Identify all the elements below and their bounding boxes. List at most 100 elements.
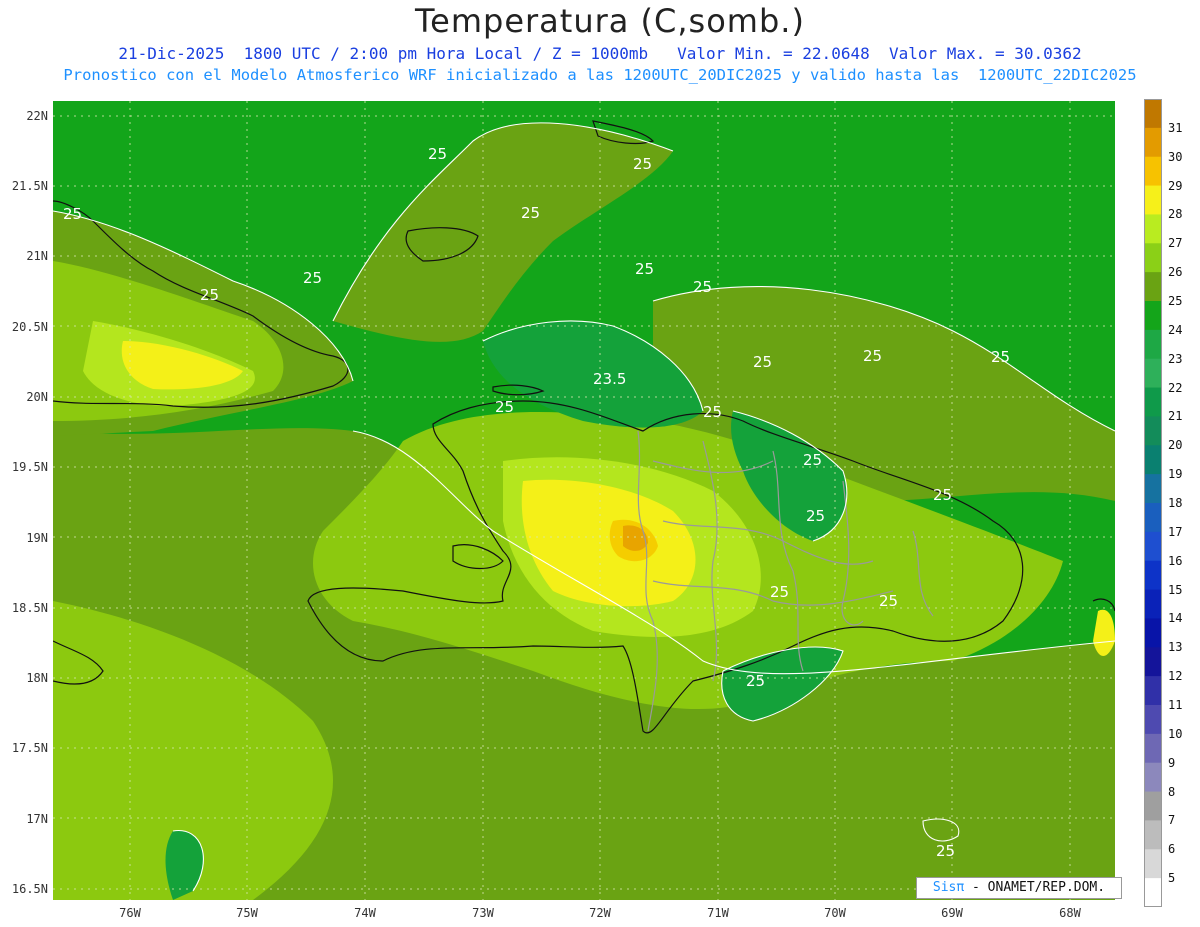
colorbar-label: 31 [1168,120,1183,135]
brand-sis: Sisπ [932,880,965,895]
colorbar-label: 5 [1168,871,1176,886]
colorbar-swatch [1144,301,1162,331]
lat-label: 20N [26,390,48,404]
contour-label: 25 [635,260,654,278]
colorbar-label: 10 [1168,726,1183,741]
colorbar-label: 19 [1168,467,1183,482]
colorbar-swatch [1144,849,1162,879]
colorbar-label: 18 [1168,496,1183,510]
contour-label: 23.5 [593,370,626,388]
contour-label: 25 [521,204,540,222]
colorbar-label: 16 [1168,553,1183,568]
colorbar-swatch [1144,531,1162,562]
colorbar-label: 9 [1168,755,1176,770]
lon-label: 72W [589,906,611,920]
colorbar-label: 17 [1168,524,1183,539]
contour-label: 25 [633,155,652,173]
colorbar-swatch [1144,820,1162,850]
contour-label: 25 [428,145,447,163]
colorbar-swatch [1144,185,1162,215]
contour-label: 25 [863,347,882,365]
lat-label: 17N [26,812,48,826]
contour-label: 25 [303,269,322,287]
lat-label: 16.5N [11,882,48,896]
colorbar-label: 12 [1168,669,1183,684]
colorbar-swatch [1144,272,1162,302]
lat-label: 19N [26,531,48,545]
colorbar-label: 21 [1168,409,1183,424]
lon-label: 74W [354,906,376,920]
colorbar-swatch [1144,503,1162,533]
contour-label: 25 [703,403,722,421]
colorbar [1144,99,1162,907]
lon-label: 70W [824,906,846,920]
contour-label: 25 [693,278,712,296]
colorbar-label: 8 [1168,784,1176,799]
colorbar-swatch [1144,156,1162,187]
colorbar-label: 24 [1168,322,1183,337]
colorbar-label: 29 [1168,178,1183,193]
colorbar-swatch [1144,416,1162,446]
contour-label: 25 [806,507,825,525]
brand-rest: - ONAMET/REP.DOM. [964,880,1106,895]
colorbar-swatch [1144,474,1162,504]
colorbar-label: 15 [1168,582,1183,597]
lon-label: 71W [707,906,729,920]
colorbar-swatch [1144,791,1162,821]
colorbar-label: 7 [1168,813,1176,828]
lat-label: 18.5N [11,601,48,615]
colorbar-swatch [1144,387,1162,417]
contour-label: 25 [495,398,514,416]
colorbar-swatch [1144,560,1162,591]
contour-label: 25 [63,205,82,223]
colorbar-label: 28 [1168,207,1183,222]
lon-label: 68W [1059,906,1081,920]
colorbar-swatch [1144,676,1162,706]
colorbar-swatch [1144,589,1162,619]
contour-label: 25 [803,451,822,469]
colorbar-label: 14 [1168,611,1183,626]
lon-label: 73W [472,906,494,920]
lat-label: 19.5N [11,460,48,474]
lat-label: 20.5N [11,320,48,334]
colorbar-swatch [1144,762,1162,793]
contour-label: 25 [753,353,772,371]
map-title: Temperatura (C,somb.) [415,2,805,40]
lon-label: 69W [941,906,963,920]
lat-label: 21.5N [11,179,48,193]
colorbar-swatch [1144,445,1162,475]
contour-label: 25 [991,348,1010,366]
lon-label: 75W [236,906,258,920]
subtitle-line-2: Pronostico con el Modelo Atmosferico WRF… [63,66,1137,84]
colorbar-label: 25 [1168,294,1183,308]
lon-label: 76W [119,906,141,920]
lat-label: 22N [26,109,48,123]
colorbar-swatch [1144,705,1162,735]
contour-label: 25 [200,286,219,304]
colorbar-swatch [1144,127,1162,158]
colorbar-label: 30 [1168,149,1183,164]
lat-label: 17.5N [11,741,48,755]
colorbar-swatch [1144,243,1162,273]
contour-label: 25 [746,672,765,690]
contour-label: 25 [933,486,952,504]
brand-credit: Sisπ - ONAMET/REP.DOM. [916,877,1122,899]
colorbar-label: 6 [1168,842,1176,857]
colorbar-label: 23 [1168,351,1183,366]
colorbar-label: 20 [1168,438,1183,453]
colorbar-label: 27 [1168,236,1183,251]
colorbar-label: 11 [1168,698,1183,712]
colorbar-label: 13 [1168,640,1183,655]
contour-label: 25 [936,842,955,860]
temperature-map: 25 25 25 25 25 25 25 25 25 25 23.5 25 25… [53,101,1115,900]
colorbar-swatch [1144,99,1162,129]
contour-label: 25 [770,583,789,601]
lat-label: 18N [26,671,48,685]
colorbar-label: 26 [1168,265,1183,280]
colorbar-label: 22 [1168,380,1183,395]
colorbar-swatch [1144,878,1162,907]
contour-label: 25 [879,592,898,610]
colorbar-swatch [1144,647,1162,677]
colorbar-swatch [1144,618,1162,648]
colorbar-swatch [1144,214,1162,244]
